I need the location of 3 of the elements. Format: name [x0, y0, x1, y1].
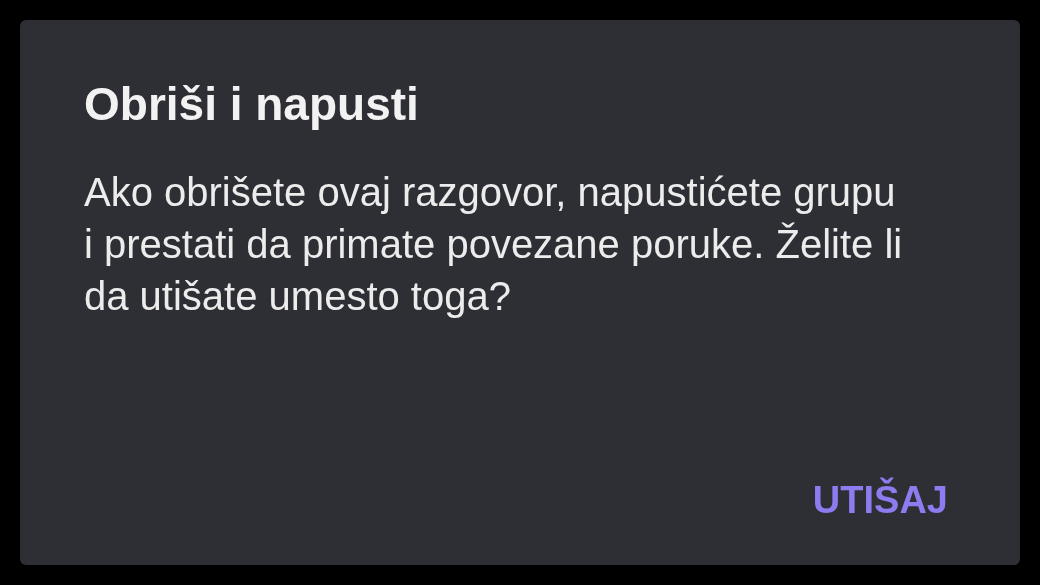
mute-button[interactable]: UTIŠAJ — [804, 468, 956, 533]
dialog-message: Ako obrišete ovaj razgovor, napustićete grupu i prestati da primate povezane poruke. Želite li da utišate umesto toga? — [84, 168, 904, 320]
dialog-title: Obriši i napusti — [84, 77, 420, 132]
